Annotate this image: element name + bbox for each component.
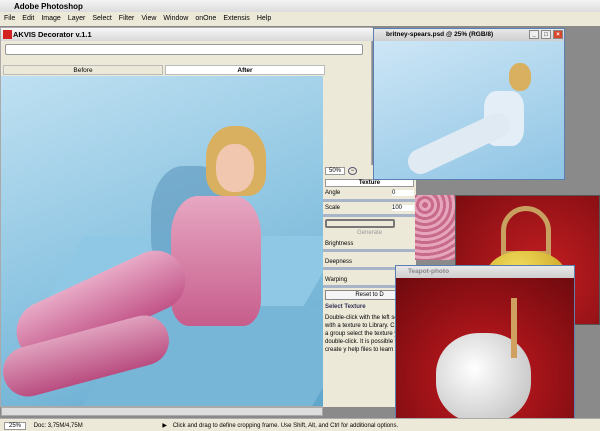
- original-image: [374, 41, 564, 179]
- teapot-title-bar: Teapot-photo: [396, 266, 574, 278]
- maximize-icon[interactable]: □: [541, 30, 551, 39]
- angle-label: Angle: [325, 190, 341, 196]
- horizontal-scrollbar[interactable]: [1, 407, 323, 416]
- akvis-decorator-window: AKVIS Decorator v.1.1 Before After: [0, 27, 373, 416]
- menu-edit[interactable]: Edit: [22, 15, 34, 23]
- tab-before[interactable]: Before: [3, 65, 163, 75]
- menu-image[interactable]: Image: [41, 15, 60, 23]
- document-window: britney-spears.psd @ 25% (RGB/8) _ □ ×: [373, 28, 565, 180]
- menu-onone[interactable]: onOne: [195, 15, 216, 23]
- scale-input[interactable]: 100: [392, 205, 414, 211]
- menu-view[interactable]: View: [141, 15, 156, 23]
- after-preview-image[interactable]: [1, 76, 323, 406]
- teapot-photo-window: Teapot-photo: [395, 265, 575, 420]
- angle-slider[interactable]: [323, 199, 416, 202]
- menu-extensis[interactable]: Extensis: [223, 15, 249, 23]
- plugin-title-bar: AKVIS Decorator v.1.1: [1, 28, 373, 41]
- brightness-label: Brightness: [325, 241, 354, 247]
- app-title: Adobe Photoshop: [14, 2, 83, 11]
- menu-file[interactable]: File: [4, 15, 15, 23]
- tab-texture[interactable]: Texture: [325, 179, 414, 187]
- teapot-image: [396, 278, 574, 419]
- zoom-out-icon[interactable]: −: [348, 167, 358, 175]
- menu-help[interactable]: Help: [257, 15, 271, 23]
- status-doc-size: Doc: 3,75M/4,75M: [33, 423, 83, 429]
- play-icon[interactable]: ▶: [162, 423, 167, 429]
- scale-slider[interactable]: [323, 214, 416, 217]
- document-title: britney-spears.psd @ 25% (RGB/8): [386, 31, 494, 38]
- tab-after[interactable]: After: [165, 65, 325, 75]
- minimize-icon[interactable]: _: [529, 30, 539, 39]
- menu-select[interactable]: Select: [92, 15, 111, 23]
- teapot-title: Teapot-photo: [408, 268, 450, 275]
- generate-button[interactable]: Generate: [325, 230, 414, 236]
- status-bar: 25% Doc: 3,75M/4,75M ▶ Click and drag to…: [0, 418, 600, 431]
- brightness-slider[interactable]: [323, 249, 416, 252]
- texture-preview[interactable]: [415, 195, 455, 260]
- menu-layer[interactable]: Layer: [68, 15, 86, 23]
- plugin-title: AKVIS Decorator v.1.1: [13, 30, 92, 39]
- angle-input[interactable]: 0: [392, 190, 414, 196]
- menu-bar: File Edit Image Layer Select Filter View…: [0, 12, 600, 26]
- menu-window[interactable]: Window: [163, 15, 188, 23]
- close-icon[interactable]: ×: [553, 30, 563, 39]
- status-hint: Click and drag to define cropping frame.…: [172, 423, 399, 429]
- menu-filter[interactable]: Filter: [119, 15, 135, 23]
- scale-label: Scale: [325, 205, 341, 211]
- texture-name-field[interactable]: [325, 219, 395, 228]
- status-zoom[interactable]: 25%: [4, 422, 27, 430]
- progress-field: [5, 44, 363, 55]
- document-title-bar: britney-spears.psd @ 25% (RGB/8) _ □ ×: [374, 29, 564, 41]
- app-title-bar: Adobe Photoshop: [0, 0, 600, 12]
- akvis-logo-icon: [3, 30, 12, 39]
- zoom-field[interactable]: 50%: [325, 167, 346, 175]
- deepness-label: Deepness: [325, 259, 353, 265]
